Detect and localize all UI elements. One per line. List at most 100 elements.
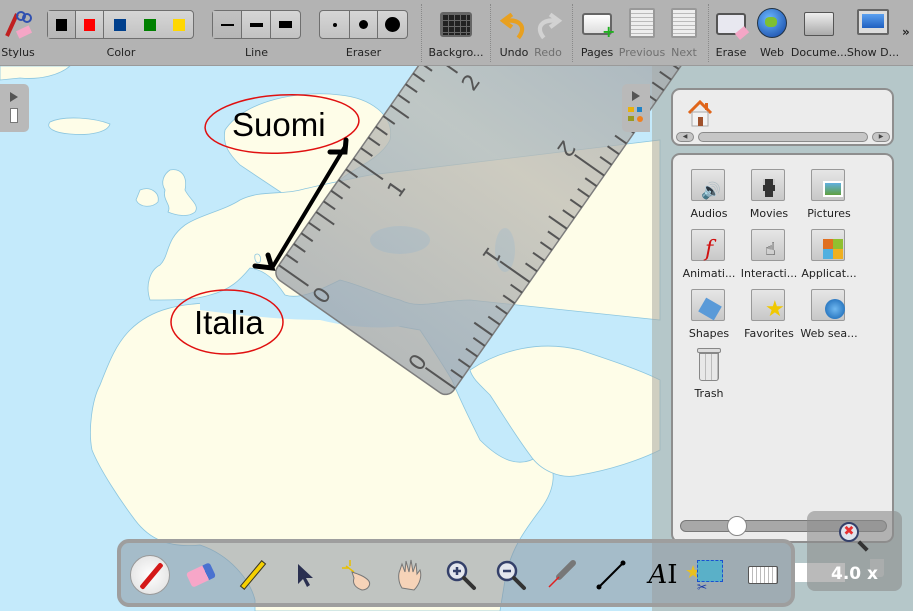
scroll-right-button[interactable]: ▶ (872, 132, 890, 142)
pointer-arrow-icon (298, 564, 313, 587)
library-icon (628, 107, 644, 123)
magnifier-widget[interactable]: ✖ 4.0 x (807, 511, 902, 591)
library-item-label: Favorites (744, 327, 794, 340)
home-icon[interactable] (687, 99, 713, 128)
eraser-tool-button[interactable] (181, 555, 221, 595)
library-item-favorites-folder[interactable]: ★ Favorites (739, 285, 799, 340)
slider-thumb[interactable] (727, 516, 747, 536)
left-pages-handle[interactable] (0, 84, 29, 132)
line-icon (596, 560, 626, 590)
line-group: Line (212, 0, 301, 66)
play-tool-button[interactable] (337, 555, 377, 595)
expand-arrow-icon (632, 91, 640, 101)
laser-pointer-button[interactable] (541, 555, 581, 595)
marker-tool-button[interactable] (233, 555, 273, 595)
library-item-label: Applicat... (801, 267, 857, 280)
stylus-palette: AI ★ ✂ (117, 539, 795, 607)
line-thick-button[interactable] (271, 11, 300, 38)
line-medium-button[interactable] (242, 11, 271, 38)
stylus-button[interactable]: Stylus (0, 0, 36, 66)
shapes-folder-icon (689, 285, 729, 325)
expand-arrow-icon (10, 92, 18, 102)
color-swatch-button[interactable] (104, 11, 135, 38)
next-page-button[interactable]: Next (666, 0, 702, 66)
color-swatch-button[interactable] (135, 11, 164, 38)
horizontal-scrollbar[interactable] (698, 132, 868, 142)
library-item-movies-folder[interactable]: Movies (739, 165, 799, 220)
library-item-label: Shapes (688, 327, 730, 340)
folder-icon (804, 12, 834, 36)
more-tools-button[interactable]: » (902, 25, 910, 39)
globe-icon (757, 8, 787, 38)
selector-tool-button[interactable] (285, 555, 325, 595)
color-swatch-button[interactable] (48, 11, 76, 38)
erase-label: Erase (715, 46, 747, 59)
library-item-label: Movies (749, 207, 789, 220)
capture-icon: ★ ✂ (685, 558, 725, 594)
background-grid-icon (440, 12, 472, 37)
library-item-label: Web sea... (800, 327, 858, 340)
redo-button[interactable]: Redo (531, 0, 565, 66)
documents-label: Docume... (790, 46, 848, 59)
library-item-interactive-folder[interactable]: ☝ Interacti... (739, 225, 799, 280)
line-thin-button[interactable] (213, 11, 242, 38)
zoom-in-button[interactable] (441, 555, 481, 595)
web-button[interactable]: Web (752, 0, 792, 66)
color-swatch-button[interactable] (76, 11, 104, 38)
right-library-handle[interactable] (622, 84, 650, 132)
interactive-folder-icon: ☝ (749, 225, 789, 265)
virtual-keyboard-button[interactable] (743, 555, 783, 595)
pictures-folder-icon (809, 165, 849, 205)
main-toolbar: Stylus Color Line Eraser Backgro... Undo… (0, 0, 913, 66)
laser-pointer-icon (548, 560, 576, 588)
capture-tool-button[interactable]: ★ ✂ (685, 555, 725, 595)
pointing-hand-icon (342, 560, 371, 591)
library-breadcrumb-panel: ◀ ▶ (671, 88, 894, 146)
library-item-animations-folder[interactable]: f Animati... (679, 225, 739, 280)
library-item-label: Trash (694, 387, 724, 400)
next-page-icon (671, 8, 697, 38)
redo-label: Redo (534, 46, 562, 59)
color-swatch (56, 18, 67, 31)
color-label: Color (106, 46, 136, 59)
background-button[interactable]: Backgro... (426, 0, 486, 66)
keyboard-icon (748, 566, 778, 584)
undo-button[interactable]: Undo (497, 0, 531, 66)
documents-button[interactable]: Docume... (790, 0, 848, 66)
pages-button[interactable]: + Pages (577, 0, 617, 66)
close-magnifier-icon[interactable]: ✖ (839, 522, 859, 542)
eraser-small-button[interactable] (320, 11, 350, 38)
library-item-web-search-folder[interactable]: Web sea... (799, 285, 859, 340)
zoom-in-icon (446, 560, 476, 590)
scroll-left-button[interactable]: ◀ (676, 132, 694, 142)
library-item-audio-folder[interactable]: 🔊 Audios (679, 165, 739, 220)
library-item-pictures-folder[interactable]: Pictures (799, 165, 859, 220)
open-sankore-window: 00112233 Suomi Italia (0, 0, 913, 611)
previous-label: Previous (618, 46, 666, 59)
library-item-applications-folder[interactable]: Applicat... (799, 225, 859, 280)
stylus-label: Stylus (1, 46, 35, 59)
library-item-shapes-folder[interactable]: Shapes (679, 285, 739, 340)
marker-icon (239, 560, 267, 590)
undo-label: Undo (499, 46, 529, 59)
magnifier-zoom-level: 4.0 x (831, 564, 878, 584)
show-desktop-button[interactable]: Show D... (846, 0, 900, 66)
pen-icon (139, 562, 164, 590)
trash-icon (689, 345, 729, 385)
pen-tool-button[interactable] (130, 555, 170, 595)
color-swatch-button[interactable] (164, 11, 193, 38)
color-group: Color (47, 0, 195, 66)
text-tool-button[interactable]: AI (643, 555, 683, 595)
line-tool-button[interactable] (591, 555, 631, 595)
pages-icon (10, 108, 18, 123)
library-item-label: Audios (690, 207, 728, 220)
eraser-large-button[interactable] (378, 11, 407, 38)
zoom-out-button[interactable] (491, 555, 531, 595)
erase-board-button[interactable]: Erase (712, 0, 750, 66)
previous-page-button[interactable]: Previous (618, 0, 666, 66)
redo-icon (537, 12, 563, 40)
hand-tool-button[interactable] (389, 555, 429, 595)
eraser-medium-button[interactable] (350, 11, 378, 38)
library-item-trash[interactable]: Trash (679, 345, 739, 400)
show-desktop-label: Show D... (846, 46, 900, 59)
